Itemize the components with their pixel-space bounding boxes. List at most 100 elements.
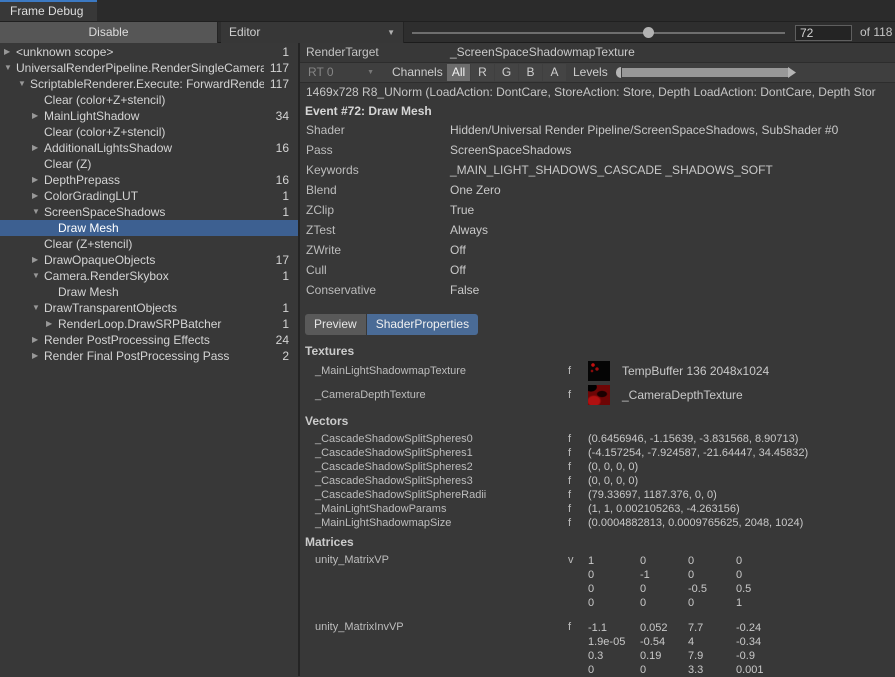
tree-row[interactable]: Clear (Z+stencil) [0,236,298,252]
expand-arrow-icon[interactable]: ▶ [32,188,38,204]
collapse-arrow-icon[interactable]: ▼ [32,300,40,316]
property-row: Keywords _MAIN_LIGHT_SHADOWS_CASCADE _SH… [300,160,895,180]
tree-row[interactable]: Draw Mesh [0,220,298,236]
vector-name: _CascadeShadowSplitSphereRadii [315,488,486,502]
matrix-cell: 0 [588,596,640,610]
channel-button[interactable]: B [519,64,542,81]
event-total-label: of 118 [860,25,892,39]
property-label: ZTest [306,220,335,240]
tree-row[interactable]: ▶ DepthPrepass 16 [0,172,298,188]
property-label: Pass [306,140,333,160]
tree-row-draw-count: 2 [282,348,289,364]
tree-row[interactable]: ▶ <unknown scope> 1 [0,44,298,60]
tree-row[interactable]: ▼ Camera.RenderSkybox 1 [0,268,298,284]
texture-row: _CameraDepthTexture f _CameraDepthTextur… [300,383,895,407]
disable-button[interactable]: Disable [0,22,218,43]
levels-min-handle[interactable] [616,67,621,78]
tree-row[interactable]: Draw Mesh [0,284,298,300]
tree-row[interactable]: Clear (Z) [0,156,298,172]
property-value: Hidden/Universal Render Pipeline/ScreenS… [450,120,838,140]
tree-row[interactable]: ▼ ScriptableRenderer.Execute: ForwardRen… [0,76,298,92]
tree-row-label: Clear (color+Z+stencil) [44,124,264,140]
collapse-arrow-icon[interactable]: ▼ [18,76,26,92]
property-label: Cull [306,260,327,280]
channels-label: Channels [392,63,443,82]
levels-range-slider[interactable] [616,67,796,78]
tab-frame-debug[interactable]: Frame Debug [0,0,97,21]
vector-type: f [568,432,571,446]
frame-debug-toolbar: Disable Editor ▼ of 118 [0,22,895,43]
property-label: ZWrite [306,240,341,260]
detail-tabs: PreviewShaderProperties [305,314,895,335]
tree-row-label: Render PostProcessing Effects [44,332,264,348]
detail-tab[interactable]: Preview [305,314,366,335]
matrix-cell: -0.54 [640,635,688,649]
rt-index-value: RT 0 [308,65,334,79]
vector-row: _CascadeShadowSplitSpheres3 f (0, 0, 0, … [300,474,895,488]
tree-row[interactable]: ▶ MainLightShadow 34 [0,108,298,124]
detail-tab[interactable]: ShaderProperties [367,314,478,335]
tree-row-label: <unknown scope> [16,44,264,60]
event-slider-thumb[interactable] [643,27,654,38]
tree-row-label: DepthPrepass [44,172,264,188]
matrix-cell: 0 [588,582,640,596]
channel-button[interactable]: All [447,64,470,81]
expand-arrow-icon[interactable]: ▶ [4,44,10,60]
tree-row[interactable]: ▼ ScreenSpaceShadows 1 [0,204,298,220]
tree-row[interactable]: ▼ UniversalRenderPipeline.RenderSingleCa… [0,60,298,76]
texture-type: f [568,359,571,383]
textures-section-header: Textures [300,343,895,359]
buffer-info-text: 1469x728 R8_UNorm (LoadAction: DontCare,… [300,83,895,102]
expand-arrow-icon[interactable]: ▶ [32,140,38,156]
channel-button[interactable]: R [471,64,494,81]
target-dropdown[interactable]: Editor ▼ [221,22,404,43]
matrix-cell: 0 [640,663,688,676]
tree-row-draw-count: 1 [282,44,289,60]
vector-value: (0.0004882813, 0.0009765625, 2048, 1024) [588,516,803,530]
tree-row[interactable]: ▶ ColorGradingLUT 1 [0,188,298,204]
expand-arrow-icon[interactable]: ▶ [32,172,38,188]
shadowmap-thumbnail[interactable] [588,361,610,381]
expand-arrow-icon[interactable]: ▶ [32,252,38,268]
tree-row[interactable]: ▶ AdditionalLightsShadow 16 [0,140,298,156]
property-value: One Zero [450,180,501,200]
tree-row[interactable]: ▼ DrawTransparentObjects 1 [0,300,298,316]
tree-row[interactable]: ▶ Render Final PostProcessing Pass 2 [0,348,298,364]
render-target-label: RenderTarget [306,43,379,62]
matrix-type: f [568,621,571,633]
rt-index-dropdown[interactable]: RT 0 ▼ [304,65,378,80]
event-number-input[interactable] [795,25,852,41]
depth-thumbnail[interactable] [588,385,610,405]
event-slider[interactable] [412,22,785,43]
expand-arrow-icon[interactable]: ▶ [32,348,38,364]
tree-row[interactable]: ▶ Render PostProcessing Effects 24 [0,332,298,348]
event-slider-track[interactable] [412,32,785,34]
channel-button[interactable]: A [543,64,566,81]
channel-button[interactable]: G [495,64,518,81]
matrix-cell: 3.3 [688,663,736,676]
property-value: ScreenSpaceShadows [450,140,571,160]
expand-arrow-icon[interactable]: ▶ [32,332,38,348]
tree-row[interactable]: ▶ DrawOpaqueObjects 17 [0,252,298,268]
levels-range-bar[interactable] [622,68,788,77]
matrix-cell: 0.3 [588,649,640,663]
tree-row[interactable]: ▶ RenderLoop.DrawSRPBatcher 1 [0,316,298,332]
matrix-values-grid: 10000-10000-0.50.50001 [588,554,784,610]
property-row: ZWrite Off [300,240,895,260]
tree-row-label: Draw Mesh [58,220,264,236]
tree-row-label: MainLightShadow [44,108,264,124]
expand-arrow-icon[interactable]: ▶ [32,108,38,124]
tree-row[interactable]: Clear (color+Z+stencil) [0,92,298,108]
matrix-cell: -1.1 [588,621,640,635]
tree-row-label: Render Final PostProcessing Pass [44,348,264,364]
collapse-arrow-icon[interactable]: ▼ [32,268,40,284]
vector-value: (0, 0, 0, 0) [588,460,638,474]
matrix-cell: 4 [688,635,736,649]
levels-max-handle[interactable] [788,67,796,78]
texture-name: _MainLightShadowmapTexture [315,359,466,383]
collapse-arrow-icon[interactable]: ▼ [4,60,12,76]
tree-row[interactable]: Clear (color+Z+stencil) [0,124,298,140]
tree-row-draw-count: 24 [276,332,289,348]
expand-arrow-icon[interactable]: ▶ [46,316,52,332]
collapse-arrow-icon[interactable]: ▼ [32,204,40,220]
